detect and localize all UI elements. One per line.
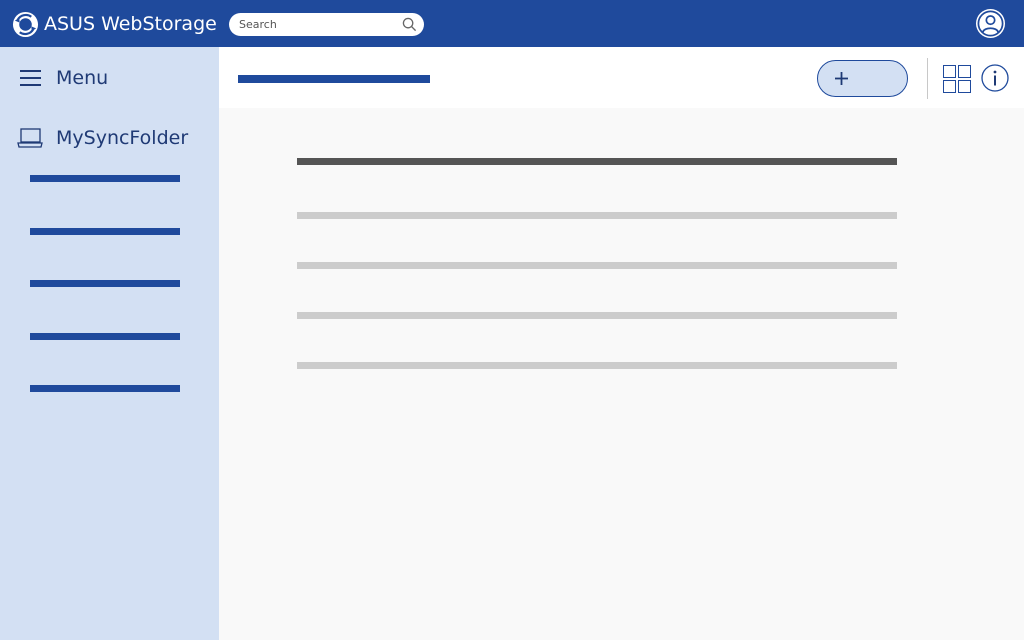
toolbar-divider — [927, 58, 928, 99]
search-input[interactable] — [239, 13, 399, 36]
search-box[interactable] — [229, 13, 424, 36]
file-row[interactable] — [297, 312, 897, 319]
grid-view-icon[interactable] — [943, 65, 971, 93]
file-list-header — [297, 158, 897, 165]
menu-label: Menu — [56, 67, 109, 89]
info-icon[interactable] — [981, 64, 1009, 92]
sidebar-item[interactable] — [30, 228, 180, 235]
file-row[interactable] — [297, 212, 897, 219]
plus-icon — [835, 72, 848, 85]
file-row[interactable] — [297, 262, 897, 269]
sidebar: Menu MySyncFolder — [0, 47, 219, 640]
brand[interactable]: ASUS WebStorage — [12, 10, 217, 38]
sidebar-item-mysyncfolder[interactable]: MySyncFolder — [17, 125, 188, 151]
sidebar-item[interactable] — [30, 385, 180, 392]
toolbar — [219, 47, 1024, 108]
page-title — [238, 75, 430, 83]
menu-button[interactable]: Menu — [20, 66, 108, 90]
file-list — [219, 108, 1024, 640]
top-bar: ASUS WebStorage — [0, 0, 1024, 47]
sidebar-item[interactable] — [30, 280, 180, 287]
file-row[interactable] — [297, 362, 897, 369]
sidebar-item[interactable] — [30, 175, 180, 182]
hamburger-icon — [20, 70, 41, 86]
search-icon[interactable] — [402, 17, 417, 32]
sidebar-folder-label: MySyncFolder — [56, 127, 189, 149]
user-account-icon[interactable] — [975, 8, 1006, 39]
webstorage-logo-icon — [12, 11, 39, 37]
laptop-folder-icon — [17, 128, 43, 148]
sidebar-item[interactable] — [30, 333, 180, 340]
add-button[interactable] — [817, 60, 908, 97]
brand-name: ASUS WebStorage — [44, 13, 217, 35]
